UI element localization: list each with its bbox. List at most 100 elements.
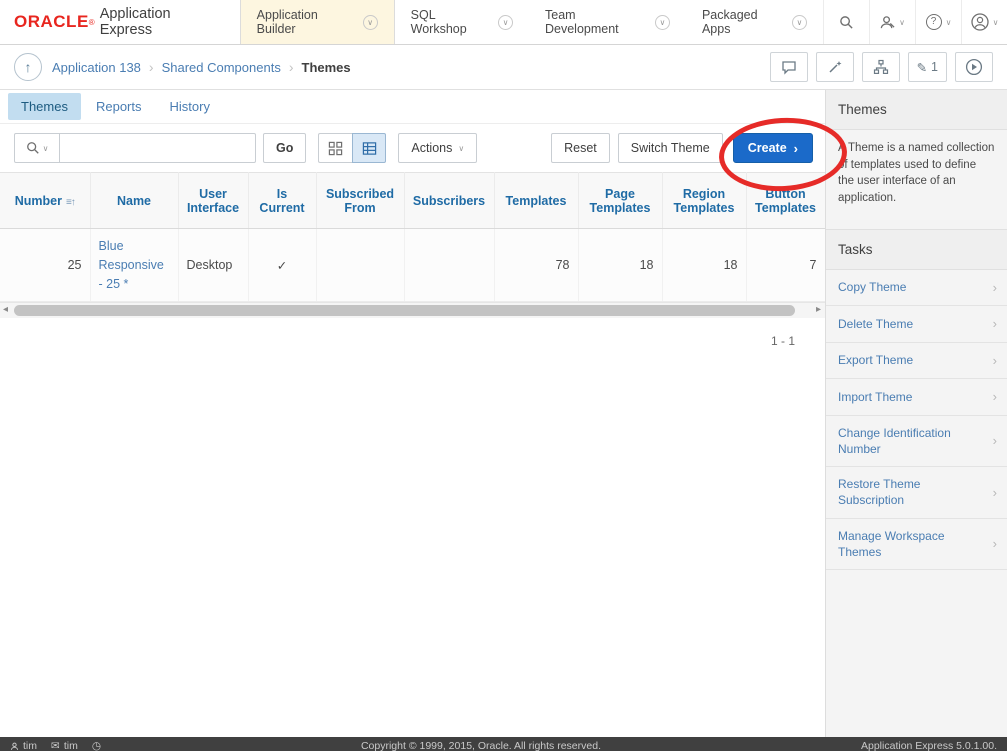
cell-user-interface: Desktop [178,229,248,302]
run-play-icon [965,58,983,76]
header-admin-menu-button[interactable]: ∨ [869,0,915,44]
mail-icon: ✉ [51,740,60,751]
column-header-button-templates[interactable]: Button Templates [746,173,825,229]
footer-version: Application Express 5.0.1.00. [861,740,997,751]
footer-session-timer[interactable]: ◷ [92,740,101,751]
task-label: Delete Theme [838,316,913,332]
task-restore-theme-subscription[interactable]: Restore Theme Subscription › [826,467,1007,518]
shared-components-button[interactable] [862,52,900,82]
user-icon [10,742,19,751]
task-copy-theme[interactable]: Copy Theme › [826,270,1007,307]
report-view-button[interactable] [352,133,386,163]
registered-mark: ® [89,18,95,27]
column-header-templates[interactable]: Templates [494,173,578,229]
header-search-button[interactable] [823,0,869,44]
scroll-right-arrow-icon[interactable]: ▸ [816,304,821,315]
view-toggle [318,133,386,163]
feedback-button[interactable] [770,52,808,82]
chevron-right-icon: › [993,315,997,333]
create-button[interactable]: Create › [733,133,813,163]
header-tab-sql-workshop[interactable]: SQL Workshop ∨ [395,0,529,44]
search-icon [839,15,854,30]
chevron-right-icon: › [993,352,997,370]
header-help-menu-button[interactable]: ? ∨ [915,0,961,44]
scroll-left-arrow-icon[interactable]: ◂ [3,304,8,315]
edit-page-number: 1 [931,60,938,74]
up-level-button[interactable]: ↑ [14,53,42,81]
pencil-icon: ✎ [917,60,927,75]
utilities-button[interactable] [816,52,854,82]
search-icon [26,141,40,155]
horizontal-scrollbar[interactable]: ◂ ▸ [0,302,825,318]
column-header-user-interface[interactable]: User Interface [178,173,248,229]
task-manage-workspace-themes[interactable]: Manage Workspace Themes › [826,519,1007,570]
header-tab-label: Packaged Apps [702,8,784,36]
breadcrumb-separator-icon: › [149,59,154,75]
product-name: Application Express [100,6,220,38]
column-header-subscribers[interactable]: Subscribers [404,173,494,229]
header-tab-label: Team Development [545,8,647,36]
tab-reports[interactable]: Reports [83,93,155,120]
task-label: Change Identification Number [838,425,987,457]
header-account-menu-button[interactable]: ∨ [961,0,1007,44]
search-input[interactable] [60,133,256,163]
chevron-down-icon: ∨ [655,15,670,30]
chevron-down-icon: ∨ [43,144,49,153]
column-header-number[interactable]: Number≡↑ [0,173,90,229]
cell-region-templates: 18 [662,229,746,302]
theme-name-link[interactable]: Blue Responsive - 25 * [99,239,164,291]
footer-user-link[interactable]: tim [10,740,37,751]
breadcrumb-bar: ↑ Application 138 › Shared Components › … [0,45,1007,90]
switch-theme-button[interactable]: Switch Theme [618,133,723,163]
right-sidebar: Themes A Theme is a named collection of … [825,90,1007,737]
column-header-name[interactable]: Name [90,173,178,229]
footer-mail-name: tim [64,740,78,751]
column-header-region-templates[interactable]: Region Templates [662,173,746,229]
table-view-icon [362,141,377,156]
cell-number: 25 [0,229,90,302]
column-header-page-templates[interactable]: Page Templates [578,173,662,229]
breadcrumb-shared-components[interactable]: Shared Components [162,60,281,75]
search-column-selector[interactable]: ∨ [14,133,60,163]
oracle-wordmark: ORACLE [14,12,89,32]
chevron-right-icon: › [993,279,997,297]
hierarchy-icon [873,59,889,75]
header-utilities: ∨ ? ∨ ∨ [823,0,1007,44]
breadcrumb-application[interactable]: Application 138 [52,60,141,75]
task-export-theme[interactable]: Export Theme › [826,343,1007,380]
task-label: Restore Theme Subscription [838,476,987,508]
task-label: Export Theme [838,352,913,368]
footer-mail-link[interactable]: ✉ tim [51,740,78,751]
task-import-theme[interactable]: Import Theme › [826,379,1007,416]
column-header-label: Number [15,194,62,208]
themes-report-table: Number≡↑ Name User Interface Is Current … [0,172,826,302]
footer-copyright: Copyright © 1999, 2015, Oracle. All righ… [101,740,861,751]
go-button[interactable]: Go [263,133,306,163]
pagination-label: 1 - 1 [0,318,825,348]
task-delete-theme[interactable]: Delete Theme › [826,306,1007,343]
column-header-subscribed-from[interactable]: Subscribed From [316,173,404,229]
header-tab-packaged-apps[interactable]: Packaged Apps ∨ [686,0,823,44]
edit-page-button[interactable]: ✎ 1 [908,52,947,82]
header-tab-team-development[interactable]: Team Development ∨ [529,0,686,44]
cell-templates: 78 [494,229,578,302]
tab-history[interactable]: History [157,93,223,120]
tasks-list: Copy Theme › Delete Theme › Export Theme… [826,270,1007,570]
chevron-down-icon: ∨ [993,18,999,27]
reset-button[interactable]: Reset [551,133,610,163]
header-tab-application-builder[interactable]: Application Builder ∨ [240,0,395,44]
sidebar-about-title: Themes [826,90,1007,130]
tab-themes[interactable]: Themes [8,93,81,120]
run-application-button[interactable] [955,52,993,82]
search-group: ∨ Go [14,133,306,163]
main-content: Themes Reports History ∨ Go [0,90,825,348]
actions-menu-button[interactable]: Actions ∨ [398,133,477,163]
column-header-is-current[interactable]: Is Current [248,173,316,229]
scrollbar-thumb[interactable] [14,305,795,316]
task-label: Manage Workspace Themes [838,528,987,560]
create-label: Create [748,141,787,155]
task-label: Import Theme [838,389,912,405]
icon-view-button[interactable] [318,133,352,163]
task-change-identification-number[interactable]: Change Identification Number › [826,416,1007,467]
page-action-buttons: ✎ 1 [770,52,993,82]
